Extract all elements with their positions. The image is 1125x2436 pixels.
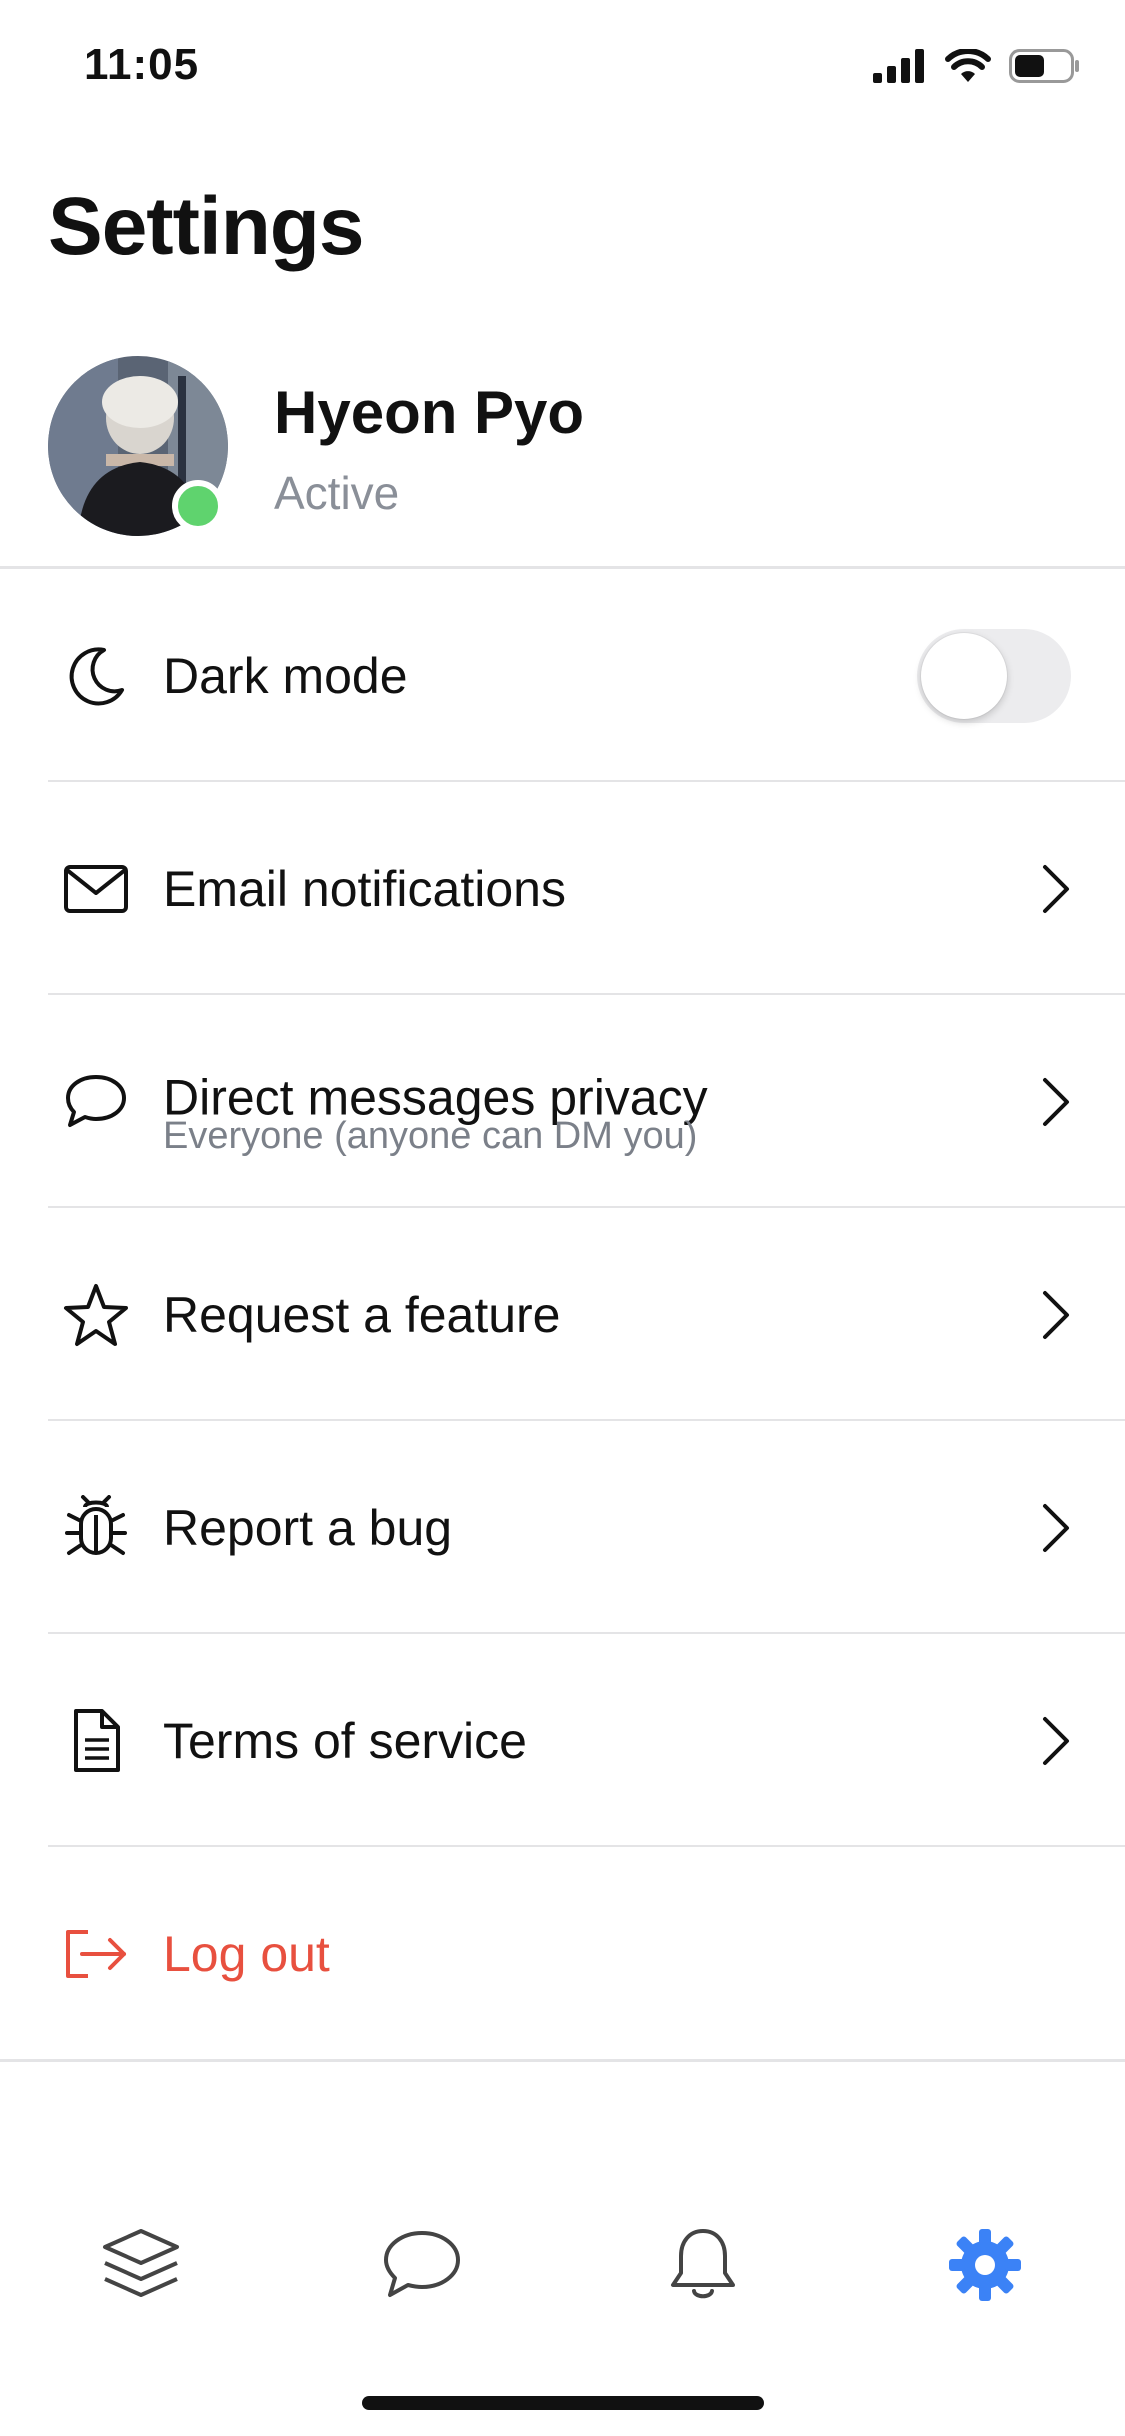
setting-label: Request a feature <box>163 1286 561 1343</box>
bell-icon <box>671 2229 735 2299</box>
battery-icon <box>1009 49 1079 83</box>
profile-name: Hyeon Pyo <box>274 379 585 446</box>
divider <box>0 2059 1125 2062</box>
gear-icon <box>949 2229 1021 2301</box>
setting-row-dark-mode: Dark mode <box>0 569 1125 782</box>
star-icon <box>60 1279 132 1351</box>
setting-row-report-bug[interactable]: Report a bug <box>0 1421 1125 1634</box>
toggle-knob <box>921 632 1007 719</box>
setting-value: Everyone (anyone can DM you) <box>163 1114 698 1157</box>
profile-status: Active <box>274 467 400 519</box>
moon-icon <box>60 640 132 712</box>
wifi-icon <box>945 49 991 82</box>
status-time: 11:05 <box>84 40 200 89</box>
cellular-signal-icon <box>873 49 924 83</box>
tab-bar <box>0 2180 1125 2340</box>
chevron-right-icon <box>1043 864 1069 913</box>
setting-row-request-feature[interactable]: Request a feature <box>0 1208 1125 1421</box>
page-title: Settings <box>48 181 364 272</box>
setting-row-email-notifications[interactable]: Email notifications <box>0 782 1125 995</box>
home-indicator <box>362 2396 764 2410</box>
document-icon <box>60 1705 132 1777</box>
presence-indicator <box>172 480 224 532</box>
tab-messages[interactable] <box>377 2220 467 2310</box>
logout-icon <box>60 1918 132 1990</box>
bug-icon <box>60 1492 132 1564</box>
layers-icon <box>103 2229 179 2297</box>
setting-row-terms[interactable]: Terms of service <box>0 1634 1125 1847</box>
chat-bubble-icon <box>60 1066 132 1138</box>
status-bar: 11:05 <box>0 0 1125 132</box>
tab-feed[interactable] <box>96 2220 186 2310</box>
dark-mode-toggle[interactable] <box>917 628 1071 723</box>
chevron-right-icon <box>1043 1290 1069 1339</box>
chevron-right-icon <box>1043 1716 1069 1765</box>
profile-header[interactable]: Hyeon Pyo Active <box>0 356 1125 566</box>
setting-label: Report a bug <box>163 1499 453 1556</box>
logout-label: Log out <box>163 1925 330 1982</box>
setting-label: Email notifications <box>163 860 566 917</box>
chevron-right-icon <box>1043 1503 1069 1552</box>
envelope-icon <box>60 853 132 925</box>
tab-settings[interactable] <box>940 2220 1030 2310</box>
chevron-right-icon <box>1043 1077 1069 1126</box>
logout-button[interactable]: Log out <box>0 1847 1125 2060</box>
status-icons <box>873 46 1081 86</box>
chat-bubble-icon <box>384 2231 460 2297</box>
setting-row-dm-privacy[interactable]: Direct messages privacy Everyone (anyone… <box>0 995 1125 1208</box>
setting-label: Terms of service <box>163 1712 527 1769</box>
setting-label: Dark mode <box>163 647 408 704</box>
tab-notifications[interactable] <box>658 2220 748 2310</box>
